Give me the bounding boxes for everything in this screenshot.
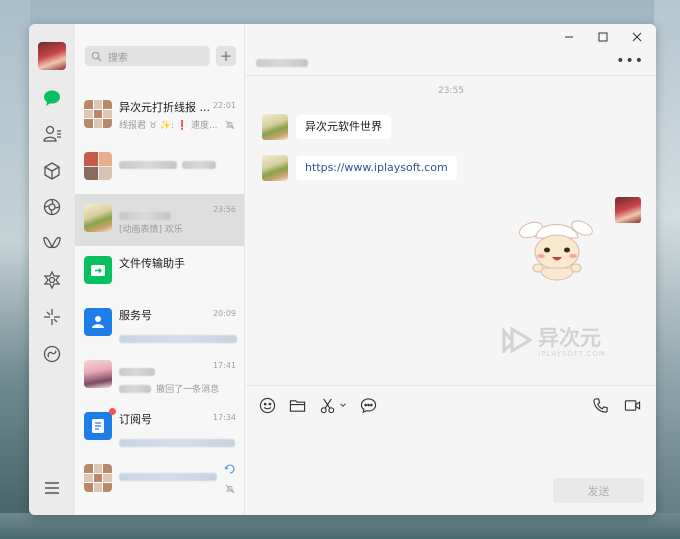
chat-preview-blurred — [119, 432, 235, 451]
contacts-icon[interactable] — [42, 124, 62, 144]
folder-transfer-icon — [91, 265, 105, 276]
maximize-button[interactable] — [596, 30, 610, 44]
desktop-background-right — [654, 0, 680, 539]
chat-history-button[interactable] — [359, 396, 377, 414]
chat-time: 22:01 — [212, 101, 236, 110]
chat-item-anime-contact[interactable]: 17:41 撤回了一条消息 — [75, 350, 244, 402]
close-button[interactable] — [630, 30, 644, 44]
document-icon — [92, 419, 104, 433]
my-avatar[interactable] — [615, 197, 641, 223]
service-account-avatar — [84, 308, 112, 336]
sender-avatar[interactable] — [262, 155, 288, 181]
mini-apps-link-icon[interactable] — [42, 344, 62, 364]
send-button[interactable]: 发送 — [553, 478, 644, 503]
favorites-cube-icon[interactable] — [42, 161, 62, 181]
folder-icon — [289, 399, 305, 412]
refresh-icon — [224, 464, 235, 474]
chat-preview: 撤回了一条消息 — [156, 385, 220, 395]
chat-time: 23:56 — [212, 205, 236, 214]
chat-preview: 线报君 ♉ ✨: ❗ 速度... — [119, 121, 218, 131]
person-icon — [92, 316, 104, 328]
chat-item-file-transfer[interactable]: 文件传输助手 — [75, 246, 244, 298]
screenshot-button[interactable] — [318, 396, 336, 414]
chat-item-dazhe-xianbao[interactable]: 异次元打折线报 ... 22:01 线报君 ♉ ✨: ❗ 速度... — [75, 90, 244, 142]
group-avatar — [84, 100, 112, 128]
chat-time: 20:09 — [212, 309, 236, 318]
chat-name: 服务号 — [119, 309, 152, 322]
minimize-icon — [565, 36, 573, 38]
channels-icon[interactable] — [42, 233, 62, 253]
mute-bell-icon — [225, 120, 235, 130]
watermark-sub-text: IPLAYSOFT.COM — [538, 350, 606, 358]
chat-preview-blurred — [119, 328, 237, 347]
group-avatar — [84, 464, 112, 492]
chat-name-blurred — [119, 466, 217, 485]
bunny-sticker[interactable] — [516, 208, 596, 288]
mute-bell-icon — [225, 484, 235, 494]
chat-icon[interactable] — [42, 88, 62, 108]
chat-name: 文件传输助手 — [119, 257, 185, 270]
video-call-button[interactable] — [623, 396, 641, 414]
screenshot-options-dropdown[interactable] — [338, 396, 348, 414]
file-transfer-avatar — [84, 256, 112, 284]
subscription-avatar — [84, 412, 112, 440]
chat-time: 17:34 — [212, 413, 236, 422]
chat-list-panel: 搜索 + 异次元打折线报 ... 22:01 线报君 ♉ ✨: ❗ 速度... … — [75, 24, 245, 515]
chevron-down-icon — [340, 403, 346, 407]
conversation-title-blurred — [256, 52, 308, 67]
add-button[interactable]: + — [216, 46, 236, 66]
chat-name: 订阅号 — [119, 413, 152, 426]
chat-bubble-icon — [360, 397, 376, 413]
chat-item-subscriptions[interactable]: 订阅号 17:34 — [75, 402, 244, 454]
chat-time: 17:41 — [212, 361, 236, 370]
message-timestamp: 23:55 — [438, 86, 464, 96]
iplaysoft-logo-icon — [502, 327, 532, 353]
chat-name: 异次元打折线报 ... — [119, 101, 210, 114]
watermark-logo: 异次元 IPLAYSOFT.COM — [502, 322, 606, 358]
chat-item-group-2[interactable] — [75, 454, 244, 506]
maximize-icon — [598, 32, 608, 42]
conversation-panel: ••• 23:55 异次元软件世界 https://www.iplaysoft.… — [246, 24, 656, 515]
moments-icon[interactable] — [42, 197, 62, 217]
menu-icon[interactable] — [42, 478, 62, 498]
pixel-avatar — [84, 204, 112, 232]
message-composer: 发送 — [246, 385, 656, 515]
conversation-header: ••• — [246, 24, 656, 76]
search-spark-icon[interactable] — [42, 307, 62, 327]
chat-item-selected[interactable]: 23:56 [动画表情] 欢乐 — [75, 194, 244, 246]
anime-avatar — [84, 360, 112, 388]
search-placeholder: 搜索 — [108, 52, 128, 64]
phone-icon — [592, 397, 608, 413]
message-bubble[interactable]: 异次元软件世界 — [296, 115, 391, 139]
group-avatar — [84, 152, 112, 180]
user-avatar[interactable] — [38, 42, 66, 70]
scissors-icon — [320, 398, 334, 413]
unread-badge — [109, 408, 116, 415]
message-link-bubble[interactable]: https://www.iplaysoft.com — [296, 156, 457, 180]
sender-avatar[interactable] — [262, 114, 288, 140]
sidebar-nav — [29, 24, 75, 515]
search-input[interactable]: 搜索 — [85, 46, 210, 66]
mini-program-icon[interactable] — [42, 270, 62, 290]
chat-name-blurred — [119, 154, 217, 173]
emoji-button[interactable] — [258, 396, 276, 414]
video-camera-icon — [624, 399, 640, 411]
chat-item-2[interactable] — [75, 142, 244, 194]
more-options-icon[interactable]: ••• — [616, 53, 644, 69]
emoji-icon — [259, 397, 275, 413]
watermark-main-text: 异次元 — [538, 326, 601, 350]
chat-preview: [动画表情] 欢乐 — [119, 225, 183, 235]
wechat-window: 搜索 + 异次元打折线报 ... 22:01 线报君 ♉ ✨: ❗ 速度... … — [29, 24, 656, 515]
chat-item-service-accounts[interactable]: 服务号 20:09 — [75, 298, 244, 350]
desktop-background-bottom — [0, 513, 680, 539]
minimize-button[interactable] — [562, 30, 576, 44]
send-file-button[interactable] — [288, 396, 306, 414]
voice-call-button[interactable] — [591, 396, 609, 414]
desktop-background-left — [0, 0, 30, 539]
chat-preview-row: 撤回了一条消息 — [119, 378, 219, 397]
close-icon — [632, 32, 642, 42]
search-icon — [91, 51, 102, 61]
